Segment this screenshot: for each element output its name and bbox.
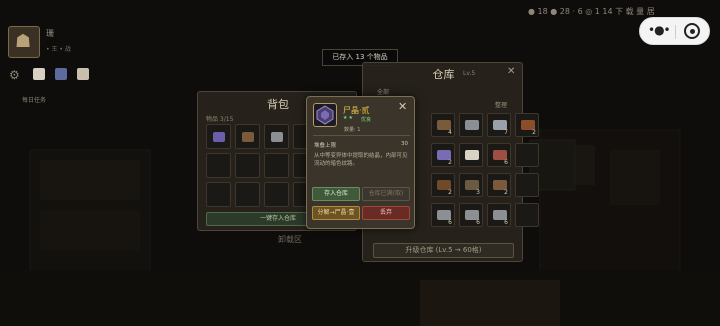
warehouse-slot[interactable]: 6 (431, 203, 455, 227)
bag-slot[interactable] (235, 182, 260, 207)
crystal-icon (313, 103, 337, 127)
warehouse-slot[interactable]: 6 (487, 203, 511, 227)
bag-slot[interactable] (206, 153, 231, 178)
capsule-divider (675, 25, 676, 39)
dismantle-button[interactable]: 分解→尸晶·壹 (312, 206, 360, 220)
warehouse-slot[interactable]: 3 (459, 173, 483, 197)
miniprogram-capsule: •●• (639, 17, 710, 45)
warehouse-slot[interactable]: 2 (431, 143, 455, 167)
warehouse-slot[interactable] (515, 143, 539, 167)
bag-slot[interactable] (206, 124, 231, 149)
warehouse-slot[interactable] (515, 203, 539, 227)
item-count: 2 (448, 159, 452, 166)
bag-capacity: 物品 3/15 (206, 116, 234, 123)
unload-area-tab[interactable]: 卸载区 (278, 234, 302, 245)
upgrade-warehouse-button[interactable]: 升级仓库 (Lv.5 → 60格) (373, 243, 514, 258)
close-icon[interactable]: ✕ (507, 66, 515, 77)
stack-limit-value: 30 (401, 141, 408, 147)
warehouse-slot[interactable]: 6 (459, 203, 483, 227)
sort-button[interactable]: 整理 (495, 100, 507, 109)
item-stars: ★★ (343, 115, 354, 121)
discard-button[interactable]: 丢弃 (362, 206, 410, 220)
player-name: 珊 (46, 29, 54, 38)
bag-slot[interactable] (206, 182, 231, 207)
resource-stats: ● 18 ● 28 · 6 ◎ 1 14 下 载 量 居 (528, 7, 655, 16)
daily-task-link[interactable]: 每日任务 (22, 95, 46, 104)
item-count: 6 (504, 219, 508, 226)
quick-slot-2[interactable] (55, 68, 67, 80)
bag-slot[interactable] (264, 182, 289, 207)
exit-dot (690, 29, 695, 34)
exit-circle-icon[interactable] (684, 23, 700, 39)
item-count: 4 (448, 129, 452, 136)
bag-slot[interactable] (235, 124, 260, 149)
item-count: 3 (476, 189, 480, 196)
warehouse-level: Lv.5 (463, 70, 476, 77)
feather-icon (465, 150, 479, 160)
bag-slot[interactable] (264, 153, 289, 178)
item-detail-popup: 尸晶·贰 ★★ 优良 数量: 1 ✕ 堆叠上限 30 从中等变异体中提取的结晶，… (306, 96, 415, 229)
more-dots-icon[interactable]: •●• (648, 23, 671, 37)
close-icon[interactable]: ✕ (398, 100, 407, 113)
box-item-icon (242, 132, 254, 142)
blade-icon (271, 132, 283, 142)
warehouse-slot[interactable]: 7 (487, 113, 511, 137)
item-count: 2 (448, 189, 452, 196)
bag-slot[interactable] (235, 153, 260, 178)
warehouse-slot[interactable]: 6 (487, 143, 511, 167)
player-status: • 王 • 战 (46, 46, 71, 53)
tab-all[interactable]: 全部 (377, 87, 389, 96)
player-avatar[interactable]: ☗ (8, 26, 40, 58)
warehouse-slot[interactable] (515, 173, 539, 197)
warehouse-slot[interactable] (459, 113, 483, 137)
item-quantity: 数量: 1 (344, 127, 361, 133)
warehouse-slot[interactable]: 4 (431, 113, 455, 137)
item-count: 2 (504, 189, 508, 196)
item-count: 6 (448, 219, 452, 226)
item-description: 从中等变异体中提取的结晶，内部可见流动的暗色纹路。 (314, 153, 408, 167)
item-count: 7 (504, 129, 508, 136)
warehouse-slot[interactable] (459, 143, 483, 167)
settings-gear-icon[interactable]: ⚙ (9, 68, 20, 82)
item-count: 6 (476, 219, 480, 226)
store-to-warehouse-button[interactable]: 存入仓库 (312, 187, 360, 201)
item-quality: 优良 (361, 117, 372, 123)
retrieve-button[interactable]: 仓库已满(取) (362, 187, 410, 201)
knife-icon (465, 120, 479, 130)
item-count: 2 (532, 129, 536, 136)
warehouse-slot[interactable]: 2 (515, 113, 539, 137)
item-count: 6 (504, 159, 508, 166)
bag-slot[interactable] (264, 124, 289, 149)
warehouse-title: 仓库 (432, 68, 455, 81)
popup-divider (313, 135, 410, 136)
backpack-icon: ☗ (15, 31, 32, 52)
quick-slot-3[interactable] (77, 68, 89, 80)
quick-slot-1[interactable] (33, 68, 45, 80)
stack-limit-label: 堆叠上限 (314, 143, 337, 149)
crystal-icon (213, 132, 225, 142)
warehouse-slot[interactable]: 2 (487, 173, 511, 197)
warehouse-slot[interactable]: 2 (431, 173, 455, 197)
